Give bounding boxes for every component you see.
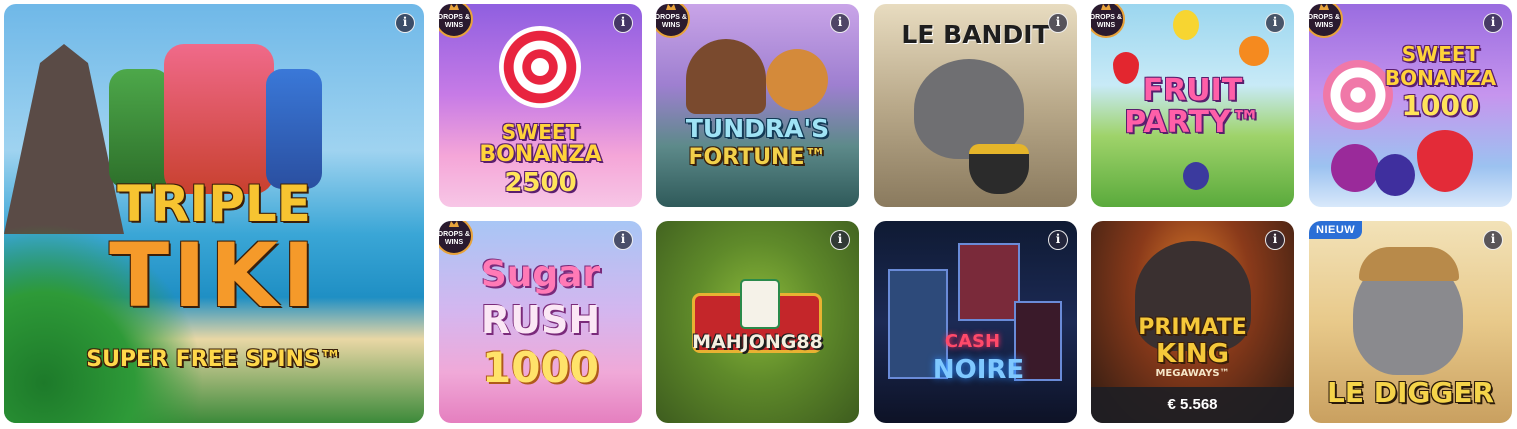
info-icon[interactable]: i (1483, 13, 1503, 33)
game-title-line3: 1000 (1401, 89, 1480, 122)
game-title-line2: KING (1156, 339, 1229, 369)
info-icon[interactable]: i (830, 13, 850, 33)
game-title-line2: TIKI (109, 224, 319, 327)
game-tile-cash-noire[interactable]: CASH NOIRE i (874, 221, 1077, 423)
info-icon[interactable]: i (1265, 230, 1285, 250)
game-tile-sugar-rush-1000[interactable]: Sugar RUSH 1000 DROPS & WINS i (439, 221, 642, 423)
info-icon[interactable]: i (613, 13, 633, 33)
new-badge: NIEUW (1309, 221, 1363, 239)
game-title-line1: SWEET (501, 120, 580, 144)
game-title-line2: FORTUNE™ (688, 145, 827, 170)
game-tile-fruit-party[interactable]: FRUIT PARTY™ DROPS & WINS i (1091, 4, 1294, 207)
game-title-line1: PRIMATE (1138, 315, 1247, 340)
tiki-mask-right (266, 69, 322, 189)
game-title-line1: SWEET (1401, 42, 1480, 66)
game-title-line3: 2500 (504, 168, 577, 198)
jackpot-amount: € 5.568 (1091, 387, 1294, 423)
tiki-mask-center (164, 44, 274, 194)
game-title: MAHJONG88 (692, 331, 823, 353)
grapes-shape (1375, 154, 1415, 196)
game-title-line3: 1000 (482, 343, 599, 392)
gold-pot-shape (969, 144, 1029, 194)
tiger-shape (766, 49, 828, 111)
game-tile-le-bandit[interactable]: LE BANDIT i (874, 4, 1077, 207)
game-title-line2: BONANZA (479, 142, 602, 167)
pith-helmet-shape (1359, 247, 1459, 281)
info-icon[interactable]: i (1265, 13, 1285, 33)
info-icon[interactable]: i (1048, 13, 1068, 33)
game-tile-tundras-fortune[interactable]: TUNDRA'S FORTUNE™ DROPS & WINS i (656, 4, 859, 207)
info-icon[interactable]: i (830, 230, 850, 250)
game-title: LE BANDIT (901, 20, 1050, 49)
game-grid: TRIPLE TIKI SUPER FREE SPINS™ i SWEET BO… (0, 0, 1517, 429)
mahjong-tile-shape (740, 279, 780, 329)
game-subtitle: SUPER FREE SPINS™ (86, 347, 342, 372)
portrait-center (958, 243, 1020, 321)
game-tile-primate-king[interactable]: PRIMATE KING MEGAWAYS™ € 5.568 i (1091, 221, 1294, 423)
game-tile-mahjong-88[interactable]: MAHJONG88 i (656, 221, 859, 423)
game-title-line2: RUSH (480, 298, 601, 342)
game-tile-sweet-bonanza-2500[interactable]: SWEET BONANZA 2500 DROPS & WINS i (439, 4, 642, 207)
game-title-line1: TUNDRA'S (685, 114, 830, 143)
plum-shape (1183, 162, 1209, 190)
game-title-line3: MEGAWAYS™ (1155, 368, 1230, 379)
lollipop-shape (499, 26, 581, 108)
game-title-line2: PARTY™ (1124, 105, 1261, 140)
game-tile-sweet-bonanza-1000[interactable]: SWEET BONANZA 1000 DROPS & WINS i (1309, 4, 1512, 207)
game-tile-triple-tiki[interactable]: TRIPLE TIKI SUPER FREE SPINS™ i (4, 4, 424, 423)
game-title-line2: NOIRE (932, 355, 1025, 385)
orange-shape (1239, 36, 1269, 66)
info-icon[interactable]: i (395, 13, 415, 33)
lemon-shape (1173, 10, 1199, 40)
game-title-line1: CASH (944, 331, 1001, 352)
game-title-line2: BONANZA (1384, 66, 1497, 90)
game-title-line1: Sugar (480, 254, 601, 295)
info-icon[interactable]: i (1048, 230, 1068, 250)
info-icon[interactable]: i (613, 230, 633, 250)
mammoth-shape (686, 39, 766, 114)
plum-shape (1331, 144, 1379, 192)
tiki-mask-left (109, 69, 171, 189)
game-title-line1: TRIPLE (117, 175, 311, 233)
info-icon[interactable]: i (1483, 230, 1503, 250)
game-title: LE DIGGER (1326, 376, 1495, 409)
game-tile-le-digger[interactable]: LE DIGGER NIEUW i (1309, 221, 1512, 423)
game-title-line1: FRUIT (1142, 73, 1243, 108)
